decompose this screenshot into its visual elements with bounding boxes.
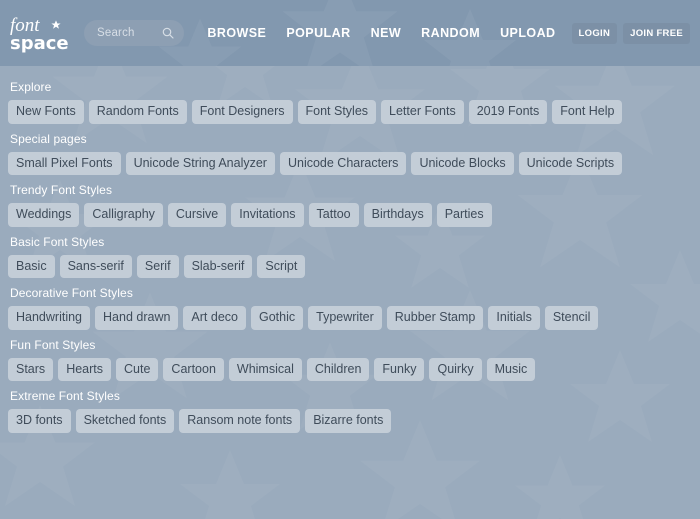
tag-initials[interactable]: Initials xyxy=(488,306,540,330)
tag-basic[interactable]: Basic xyxy=(8,254,55,278)
join-free-button[interactable]: JOIN FREE xyxy=(623,22,690,44)
search-icon[interactable] xyxy=(162,27,174,39)
tag-cartoon[interactable]: Cartoon xyxy=(163,357,224,381)
nav-item-new[interactable]: NEW xyxy=(361,26,412,40)
section-trendy-font-styles: Trendy Font Styles Weddings Calligraphy Cur… xyxy=(8,183,692,227)
nav-item-browse[interactable]: BROWSE xyxy=(197,26,276,40)
tag-bizarre-fonts[interactable]: Bizarre fonts xyxy=(305,409,392,433)
tag-quirky[interactable]: Quirky xyxy=(429,357,482,381)
tag-tattoo[interactable]: Tattoo xyxy=(308,203,359,227)
tag-row: New Fonts Random Fonts Font Designers Font … xyxy=(8,100,692,124)
section-basic-font-styles: Basic Font Styles Basic Sans-serif Serif Sla… xyxy=(8,234,692,278)
tag-row: Weddings Calligraphy Cursive Invitations Tat… xyxy=(8,203,692,227)
tag-font-designers[interactable]: Font Designers xyxy=(191,100,293,124)
tag-music[interactable]: Music xyxy=(486,357,536,381)
tag-parties[interactable]: Parties xyxy=(436,203,492,227)
tag-cursive[interactable]: Cursive xyxy=(167,203,227,227)
tag-row: Stars Hearts Cute Cartoon Whimsical Children F… xyxy=(8,357,692,381)
section-heading: Decorative Font Styles xyxy=(10,286,133,300)
tag-stencil[interactable]: Stencil xyxy=(544,306,599,330)
tag-art-deco[interactable]: Art deco xyxy=(183,306,246,330)
section-special-pages: Special pages Small Pixel Fonts Unicode St… xyxy=(8,131,692,175)
nav-item-popular[interactable]: POPULAR xyxy=(276,26,360,40)
tag-font-help[interactable]: Font Help xyxy=(552,100,623,124)
section-heading: Special pages xyxy=(10,131,87,146)
section-decorative-font-styles: Decorative Font Styles Handwriting Hand dr… xyxy=(8,286,692,330)
search-placeholder-text: Search xyxy=(97,27,135,39)
tag-calligraphy[interactable]: Calligraphy xyxy=(84,203,163,227)
main-navigation: BROWSE POPULAR NEW RANDOM UPLOAD LOGIN J… xyxy=(197,22,690,44)
tag-stars[interactable]: Stars xyxy=(8,357,54,381)
svg-text:space: space xyxy=(10,33,69,54)
tag-handwriting[interactable]: Handwriting xyxy=(8,306,91,330)
section-explore: Explore New Fonts Random Fonts Font Designe… xyxy=(8,80,692,124)
tag-directory: Explore New Fonts Random Fonts Font Designe… xyxy=(0,66,700,433)
tag-new-fonts[interactable]: New Fonts xyxy=(8,100,84,124)
section-heading: Fun Font Styles xyxy=(10,337,96,352)
tag-3d-fonts[interactable]: 3D fonts xyxy=(8,409,71,433)
tag-funky[interactable]: Funky xyxy=(374,357,425,381)
tag-unicode-blocks[interactable]: Unicode Blocks xyxy=(411,151,514,175)
tag-script[interactable]: Script xyxy=(257,254,306,278)
tag-rubber-stamp[interactable]: Rubber Stamp xyxy=(386,306,484,330)
tag-cute[interactable]: Cute xyxy=(116,357,159,381)
tag-unicode-characters[interactable]: Unicode Characters xyxy=(279,151,407,175)
tag-row: Basic Sans-serif Serif Slab-serif Script xyxy=(8,254,692,278)
tag-hand-drawn[interactable]: Hand drawn xyxy=(95,306,179,330)
tag-row: Small Pixel Fonts Unicode String Analyzer… xyxy=(8,151,692,175)
tag-hearts[interactable]: Hearts xyxy=(58,357,112,381)
site-header: font space Search BROWSE POPULAR NEW RAN… xyxy=(0,0,700,95)
tag-ransom-note-fonts[interactable]: Ransom note fonts xyxy=(179,409,301,433)
tag-row: Handwriting Hand drawn Art deco Gothic Typew… xyxy=(8,306,692,330)
tag-random-fonts[interactable]: Random Fonts xyxy=(88,100,187,124)
nav-item-random[interactable]: RANDOM xyxy=(411,26,490,40)
tag-unicode-string-analyzer[interactable]: Unicode String Analyzer xyxy=(125,151,275,175)
search-input[interactable]: Search xyxy=(84,20,184,46)
page-root: font space Search BROWSE POPULAR NEW RAN… xyxy=(0,0,700,519)
tag-gothic[interactable]: Gothic xyxy=(250,306,304,330)
fontspace-logo[interactable]: font space xyxy=(8,11,74,55)
tag-birthdays[interactable]: Birthdays xyxy=(363,203,432,227)
tag-2019-fonts[interactable]: 2019 Fonts xyxy=(468,100,548,124)
section-extreme-font-styles: Extreme Font Styles 3D fonts Sketched font… xyxy=(8,389,692,433)
login-button[interactable]: LOGIN xyxy=(571,22,618,44)
tag-sans-serif[interactable]: Sans-serif xyxy=(59,254,132,278)
tag-sketched-fonts[interactable]: Sketched fonts xyxy=(75,409,175,433)
tag-small-pixel-fonts[interactable]: Small Pixel Fonts xyxy=(8,151,121,175)
nav-item-upload[interactable]: UPLOAD xyxy=(490,26,565,40)
tag-typewriter[interactable]: Typewriter xyxy=(308,306,382,330)
tag-row: 3D fonts Sketched fonts Ransom note fonts B… xyxy=(8,409,692,433)
tag-unicode-scripts[interactable]: Unicode Scripts xyxy=(518,151,623,175)
tag-letter-fonts[interactable]: Letter Fonts xyxy=(381,100,464,124)
section-fun-font-styles: Fun Font Styles Stars Hearts Cute Cartoon Whi… xyxy=(8,337,692,381)
tag-serif[interactable]: Serif xyxy=(136,254,179,278)
tag-whimsical[interactable]: Whimsical xyxy=(228,357,302,381)
tag-font-styles[interactable]: Font Styles xyxy=(297,100,377,124)
section-heading: Extreme Font Styles xyxy=(10,389,120,403)
tag-invitations[interactable]: Invitations xyxy=(231,203,304,227)
tag-slab-serif[interactable]: Slab-serif xyxy=(183,254,253,278)
section-heading: Trendy Font Styles xyxy=(10,183,113,197)
tag-children[interactable]: Children xyxy=(306,357,370,381)
tag-weddings[interactable]: Weddings xyxy=(8,203,80,227)
section-heading: Explore xyxy=(10,80,52,94)
section-heading: Basic Font Styles xyxy=(10,234,105,249)
